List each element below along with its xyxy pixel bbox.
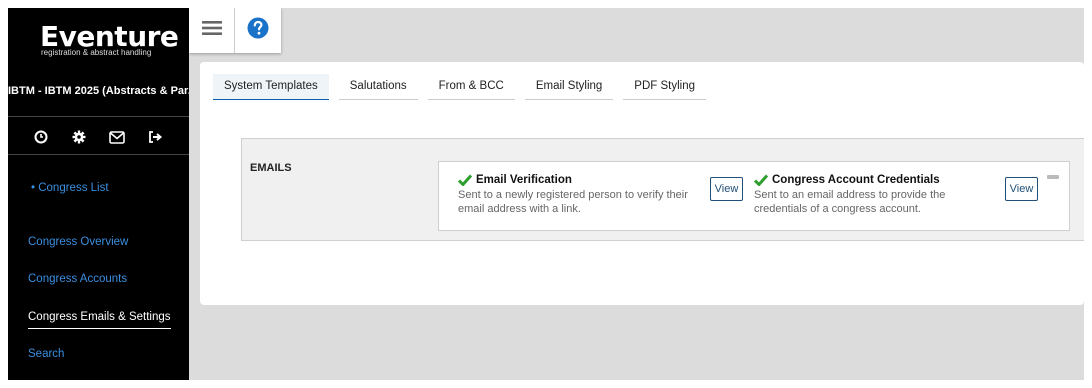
email-template-title-text: Email Verification bbox=[476, 174, 572, 186]
email-template-item: Congress Account Credentials Sent to an … bbox=[754, 174, 1024, 216]
help-button[interactable] bbox=[235, 8, 280, 53]
tab-system-templates[interactable]: System Templates bbox=[213, 74, 329, 100]
tab-from-bcc[interactable]: From & BCC bbox=[427, 74, 515, 100]
email-template-description-line: credentials of a congress account. bbox=[754, 203, 921, 215]
email-template-description-line: Sent to an email address to provide the bbox=[754, 189, 946, 201]
tab-pdf-styling[interactable]: PDF Styling bbox=[623, 74, 707, 100]
gear-icon[interactable] bbox=[70, 128, 88, 146]
view-congress-account-credentials-button[interactable]: View bbox=[1005, 177, 1038, 201]
tab-salutations[interactable]: Salutations bbox=[338, 74, 418, 100]
project-name: IBTM - IBTM 2025 (Abstracts & Par... bbox=[8, 85, 189, 97]
nav-congress-overview[interactable]: Congress Overview bbox=[28, 236, 128, 248]
email-templates-list: Email Verification Sent to a newly regis… bbox=[438, 161, 1070, 231]
congress-list-link[interactable]: • Congress List bbox=[31, 182, 109, 194]
app-frame: Eventure registration & abstract handlin… bbox=[8, 8, 1084, 380]
nav-congress-accounts[interactable]: Congress Accounts bbox=[28, 273, 127, 285]
email-template-title-text: Congress Account Credentials bbox=[772, 174, 940, 186]
email-template-title: Congress Account Credentials bbox=[754, 174, 1024, 186]
emails-section: EMAILS Email Verification Sent to a newl… bbox=[241, 138, 1084, 241]
view-email-verification-button[interactable]: View bbox=[710, 177, 743, 201]
sidebar: Eventure registration & abstract handlin… bbox=[8, 8, 189, 380]
main-panel: System Templates Salutations From & BCC … bbox=[200, 62, 1084, 305]
tab-email-styling[interactable]: Email Styling bbox=[524, 74, 614, 100]
checkmark-icon bbox=[754, 174, 768, 186]
divider bbox=[8, 154, 189, 155]
nav-search[interactable]: Search bbox=[28, 348, 64, 360]
email-template-description-line: Sent to a newly registered person to ver… bbox=[458, 189, 688, 201]
divider bbox=[8, 116, 189, 117]
nav-congress-emails-settings[interactable]: Congress Emails & Settings bbox=[28, 311, 171, 329]
envelope-icon[interactable] bbox=[108, 128, 126, 146]
sign-out-icon[interactable] bbox=[146, 128, 164, 146]
collapse-icon[interactable] bbox=[1047, 175, 1059, 179]
top-toolbar bbox=[189, 8, 281, 53]
menu-button[interactable] bbox=[189, 8, 234, 53]
hamburger-icon bbox=[201, 20, 222, 41]
sidebar-icon-row bbox=[32, 128, 164, 146]
email-template-title: Email Verification bbox=[458, 174, 728, 186]
email-template-item: Email Verification Sent to a newly regis… bbox=[458, 174, 728, 216]
help-icon bbox=[247, 17, 269, 44]
email-template-description-line: email address with a link. bbox=[458, 203, 581, 215]
logo-subtitle: registration & abstract handling bbox=[41, 48, 152, 57]
tab-bar: System Templates Salutations From & BCC … bbox=[213, 74, 707, 100]
emails-section-label: EMAILS bbox=[250, 162, 292, 174]
clock-icon[interactable] bbox=[32, 128, 50, 146]
checkmark-icon bbox=[458, 174, 472, 186]
